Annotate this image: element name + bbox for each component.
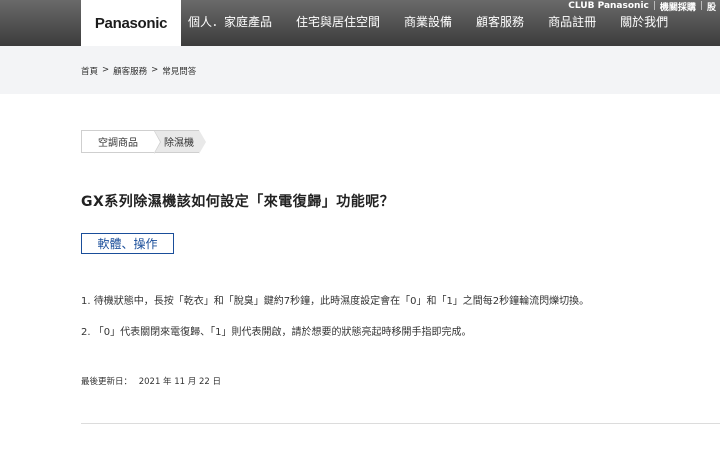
breadcrumb: 首頁 > 顧客服務 > 常見問答 <box>81 65 196 77</box>
nav-item-business[interactable]: 商業設備 <box>404 13 452 30</box>
last-updated-date: 2021 年 11 月 22 日 <box>138 377 221 387</box>
main-nav: 個人．家庭產品 住宅與居住空間 商業設備 顧客服務 商品註冊 關於我們 <box>188 13 668 30</box>
category-pills: 空調商品 除濕機 <box>81 130 206 154</box>
nav-item-product-registration[interactable]: 商品註冊 <box>548 13 596 30</box>
answer-step-2: 2. 「0」代表關閉來電復歸、「1」則代表開啟，請於想要的狀態亮起時移開手指即完… <box>81 327 472 338</box>
nav-item-housing[interactable]: 住宅與居住空間 <box>296 13 380 30</box>
category-air-conditioning[interactable]: 空調商品 <box>81 130 161 154</box>
utility-separator: | <box>652 1 656 11</box>
top-header: Panasonic CLUB Panasonic | 機關採購 | 股 個人．家… <box>0 0 720 46</box>
breadcrumb-separator: > <box>151 65 159 75</box>
nav-item-personal-home[interactable]: 個人．家庭產品 <box>188 13 272 30</box>
last-updated-label: 最後更新日： <box>81 377 133 387</box>
breadcrumb-home[interactable]: 首頁 <box>81 65 98 77</box>
topic-tag[interactable]: 軟體、操作 <box>81 233 174 254</box>
answer-step-1: 1. 待機狀態中，長按「乾衣」和「脫臭」鍵約7秒鐘，此時濕度設定會在「0」和「1… <box>81 296 590 307</box>
breadcrumb-faq[interactable]: 常見問答 <box>162 65 196 77</box>
utility-separator: | <box>699 1 703 11</box>
content-divider <box>81 423 720 424</box>
utility-links: CLUB Panasonic | 機關採購 | 股 <box>568 0 716 13</box>
breadcrumb-separator: > <box>102 65 110 75</box>
breadcrumb-customer-service[interactable]: 顧客服務 <box>113 65 147 77</box>
logo-text: Panasonic <box>94 14 168 32</box>
nav-item-customer-service[interactable]: 顧客服務 <box>476 13 524 30</box>
panasonic-logo[interactable]: Panasonic <box>81 0 181 46</box>
utility-link-stock[interactable]: 股 <box>707 0 716 13</box>
utility-link-club[interactable]: CLUB Panasonic <box>568 1 649 11</box>
last-updated: 最後更新日： 2021 年 11 月 22 日 <box>81 375 221 387</box>
nav-item-about[interactable]: 關於我們 <box>620 13 668 30</box>
question-title: GX系列除濕機該如何設定「來電復歸」功能呢？ <box>81 194 395 210</box>
utility-link-procurement[interactable]: 機關採購 <box>660 0 696 13</box>
